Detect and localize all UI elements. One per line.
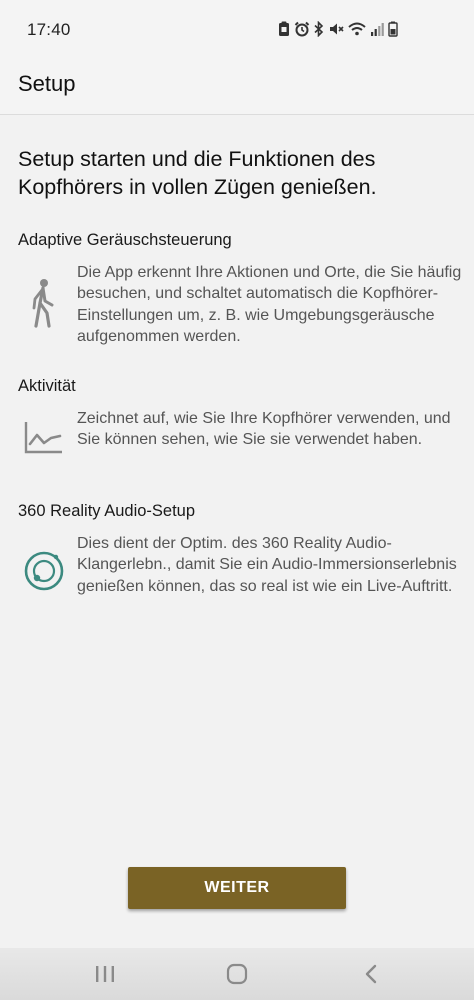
activity-chart-icon bbox=[24, 422, 62, 454]
section-title-360-reality-audio: 360 Reality Audio-Setup bbox=[18, 502, 196, 520]
section-desc-activity: Zeichnet auf, wie Sie Ihre Kopfhörer ver… bbox=[77, 410, 451, 449]
back-icon[interactable] bbox=[356, 962, 386, 986]
home-icon[interactable] bbox=[222, 962, 252, 986]
reality-audio-icon bbox=[24, 551, 64, 591]
section-title-adaptive-noise-control: Adaptive Geräuschsteuerung bbox=[18, 231, 232, 249]
bluetooth-icon bbox=[314, 21, 324, 37]
battery-icon bbox=[388, 21, 398, 37]
page-title: Setup bbox=[18, 71, 76, 96]
walking-person-icon bbox=[32, 279, 54, 328]
weiter-button[interactable]: WEITER bbox=[128, 867, 346, 909]
mute-icon bbox=[330, 23, 344, 35]
signal-icon bbox=[371, 23, 384, 36]
status-bar: 17:40 bbox=[0, 0, 474, 58]
headline: Setup starten und die Funktionen des Kop… bbox=[18, 147, 377, 199]
alarm-icon bbox=[294, 21, 310, 37]
status-time: 17:40 bbox=[27, 20, 71, 39]
section-desc-360-reality-audio: Dies dient der Optim. des 360 Reality Au… bbox=[77, 535, 457, 595]
status-icons bbox=[278, 20, 398, 38]
screenshot-icon bbox=[279, 21, 289, 36]
recent-apps-icon[interactable] bbox=[90, 962, 120, 986]
wifi-icon bbox=[348, 22, 366, 36]
app-bar: Setup bbox=[0, 58, 474, 115]
navigation-bar bbox=[0, 948, 474, 1000]
section-title-activity: Aktivität bbox=[18, 377, 76, 395]
section-desc-adaptive-noise-control: Die App erkennt Ihre Aktionen und Orte, … bbox=[77, 264, 462, 345]
